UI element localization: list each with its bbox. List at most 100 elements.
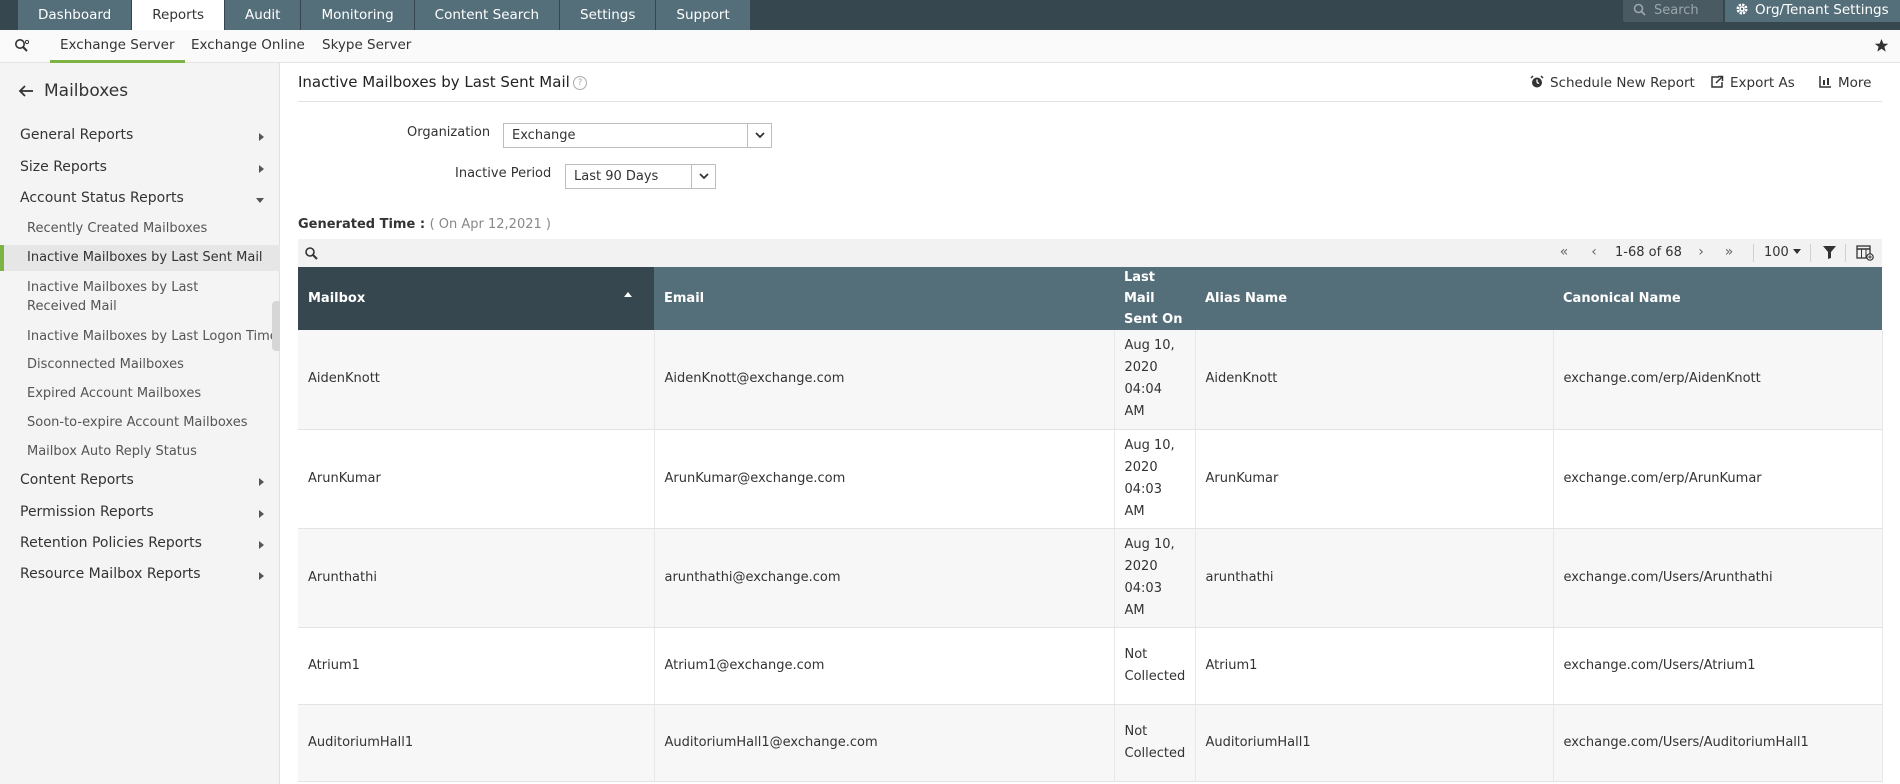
star-icon[interactable] [1874,38,1889,57]
prev-page-button[interactable]: ‹ [1584,243,1604,263]
column-header-alias-name[interactable]: Alias Name [1195,267,1553,330]
sub-nav: Exchange Server Exchange Online Skype Se… [0,30,1900,63]
alarm-clock-icon [1530,75,1544,88]
sidebar-group-content-reports[interactable]: Content Reports [20,472,272,488]
table-row: AuditoriumHall1 AuditoriumHall1@exchange… [298,704,1883,782]
page-size-select[interactable]: 100 [1764,245,1801,260]
caret-down-icon [256,198,264,203]
back-arrow-icon[interactable] [18,84,34,98]
more-button[interactable]: More [1818,75,1871,91]
more-label: More [1838,75,1872,91]
cell-email: AuditoriumHall1@exchange.com [654,704,1115,782]
caret-down-icon [1792,249,1801,254]
sidebar-item-disconnected[interactable]: Disconnected Mailboxes [0,355,280,374]
subtab-skype-server[interactable]: Skype Server [322,30,411,63]
tab-content-search[interactable]: Content Search [414,0,560,30]
sidebar-item-auto-reply[interactable]: Mailbox Auto Reply Status [0,442,280,461]
search-placeholder: Search [1654,3,1699,18]
cell-last-mail-sent-on: Not Collected [1114,627,1196,705]
tab-reports[interactable]: Reports [132,0,225,30]
filter-icon[interactable] [1823,246,1836,263]
cell-last-mail-sent-on: Aug 10, 2020 04:03 AM [1114,429,1196,529]
cell-email: arunthathi@exchange.com [654,528,1115,628]
help-icon[interactable]: ? [573,76,587,90]
group-label: Retention Policies Reports [20,535,202,551]
tab-dashboard[interactable]: Dashboard [18,0,132,30]
sidebar-group-size-reports[interactable]: Size Reports [20,159,272,175]
cell-last-mail-sent-on: Aug 10, 2020 04:04 AM [1114,330,1196,430]
subtab-exchange-online[interactable]: Exchange Online [191,30,305,63]
chevron-down-icon[interactable] [747,124,771,147]
group-label: Permission Reports [20,504,154,520]
export-icon [1711,75,1724,88]
sidebar-item-inactive-last-sent[interactable]: Inactive Mailboxes by Last Sent Mail [0,245,280,271]
sidebar-item-recently-created[interactable]: Recently Created Mailboxes [0,219,280,238]
page-size-value: 100 [1764,245,1789,260]
cell-mailbox: AuditoriumHall1 [298,704,655,782]
cell-mailbox: AidenKnott [298,330,655,430]
cell-text: Aug 10, [1124,536,1175,552]
gear-icon [1736,3,1748,15]
sidebar-title[interactable]: Mailboxes [18,81,128,101]
column-header-email[interactable]: Email [654,267,1114,330]
cell-alias-name: arunthathi [1195,528,1554,628]
table-row: AidenKnott AidenKnott@exchange.com Aug 1… [298,330,1883,430]
generated-time-value: ( On Apr 12,2021 ) [429,217,551,232]
next-page-button[interactable]: › [1691,243,1711,263]
sidebar-group-retention-policies-reports[interactable]: Retention Policies Reports [20,535,272,551]
sort-ascending-icon [624,292,632,297]
inactive-period-select[interactable]: Last 90 Days [565,164,716,189]
table-header-row: Mailbox Email Last Mail Sent On Alias Nam… [298,267,1882,330]
org-tenant-settings-button[interactable]: Org/Tenant Settings [1725,0,1900,22]
sidebar-item-expired-account[interactable]: Expired Account Mailboxes [0,384,280,403]
last-page-button[interactable]: » [1719,243,1739,263]
sidebar: Mailboxes General Reports Size Reports A… [0,63,280,784]
group-label: Account Status Reports [20,190,184,206]
page-title: Inactive Mailboxes by Last Sent Mail [298,73,570,91]
sidebar-group-general-reports[interactable]: General Reports [20,127,272,143]
tab-monitoring[interactable]: Monitoring [301,0,414,30]
column-header-label: Mailbox [308,291,366,306]
column-header-mailbox[interactable]: Mailbox [298,267,654,330]
sidebar-group-account-status-reports[interactable]: Account Status Reports [20,190,272,206]
chevron-down-icon[interactable] [691,165,715,188]
column-header-last-mail-sent-on[interactable]: Last Mail Sent On [1114,267,1195,330]
table-search-icon[interactable] [304,246,319,265]
sidebar-item-inactive-last-received[interactable]: Inactive Mailboxes by Last Received Mail [0,278,272,316]
sidebar-collapse-handle[interactable] [272,301,280,351]
cell-alias-name: AidenKnott [1195,330,1554,430]
column-settings-icon[interactable] [1856,245,1874,265]
org-tenant-settings-label: Org/Tenant Settings [1755,2,1889,18]
cell-last-mail-sent-on: Not Collected [1114,704,1196,782]
cell-canonical-name: exchange.com/Users/Arunthathi [1553,528,1883,628]
tab-support[interactable]: Support [656,0,750,30]
global-search-input[interactable]: Search [1623,0,1723,22]
sidebar-group-resource-mailbox-reports[interactable]: Resource Mailbox Reports [20,566,272,582]
organization-value: Exchange [512,128,576,143]
caret-right-icon [259,541,264,549]
cell-text: Not [1124,646,1148,662]
subtab-exchange-server[interactable]: Exchange Server [50,30,185,63]
tab-audit[interactable]: Audit [225,0,301,30]
tab-settings[interactable]: Settings [560,0,656,30]
cell-email: AidenKnott@exchange.com [654,330,1115,430]
sidebar-group-permission-reports[interactable]: Permission Reports [20,504,272,520]
group-label: General Reports [20,127,134,143]
caret-right-icon [259,510,264,518]
organization-select[interactable]: Exchange [503,123,772,148]
column-header-canonical-name[interactable]: Canonical Name [1553,267,1882,330]
table-row: Atrium1 Atrium1@exchange.com Not Collecte… [298,627,1883,705]
cell-text: AM [1124,602,1145,618]
inactive-period-value: Last 90 Days [574,169,659,184]
sidebar-item-inactive-last-logon[interactable]: Inactive Mailboxes by Last Logon Time [0,327,280,346]
search-settings-icon[interactable] [14,38,30,58]
column-header-label: Last Mail [1124,270,1156,306]
sidebar-item-soon-to-expire[interactable]: Soon-to-expire Account Mailboxes [0,413,280,432]
caret-right-icon [259,478,264,486]
schedule-new-report-button[interactable]: Schedule New Report [1530,75,1695,91]
first-page-button[interactable]: « [1554,243,1574,263]
cell-text: Collected [1124,745,1186,761]
pager-range: 1-68 of 68 [1615,245,1682,260]
export-as-button[interactable]: Export As [1710,75,1795,91]
column-header-label: Sent On [1124,312,1183,327]
